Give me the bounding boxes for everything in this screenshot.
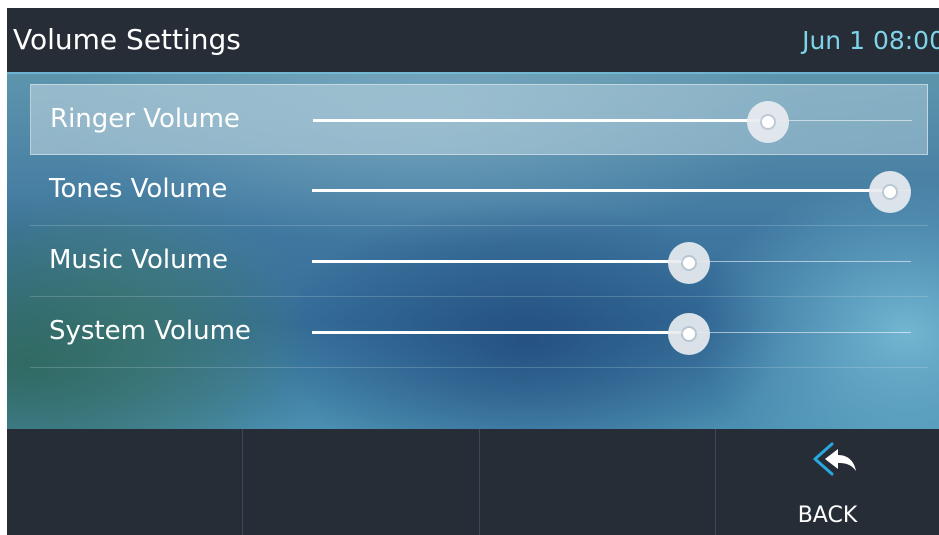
phone-screen: Volume Settings Jun 1 08:00 Ringer Volum… [7,8,939,535]
thumb-dot [683,257,695,269]
page-title: Volume Settings [13,23,241,56]
music-volume-slider[interactable] [312,242,911,284]
volume-list: Ringer Volume Tones Volume Music Volume [30,84,928,368]
ringer-volume-slider[interactable] [313,101,912,143]
slider-thumb[interactable] [668,242,710,284]
music-volume-label: Music Volume [49,245,228,275]
back-label: BACK [797,503,858,528]
music-volume-row[interactable]: Music Volume [30,226,928,297]
softkey-3[interactable] [480,429,716,535]
slider-fill [312,331,689,334]
datetime: Jun 1 08:00 [802,26,939,55]
slider-fill [313,119,768,122]
softkey-bar: BACK [7,429,939,535]
system-volume-label: System Volume [49,316,251,346]
header-bar: Volume Settings Jun 1 08:00 [7,8,939,72]
slider-fill [312,260,689,263]
tones-volume-row[interactable]: Tones Volume [30,155,928,226]
volume-list-panel: Ringer Volume Tones Volume Music Volume [7,72,939,429]
back-arrow-icon [813,442,856,476]
slider-thumb[interactable] [869,171,911,213]
ringer-volume-label: Ringer Volume [50,104,240,134]
tones-volume-label: Tones Volume [49,174,228,204]
slider-fill [312,189,890,192]
softkey-2[interactable] [243,429,480,535]
back-softkey[interactable]: BACK [716,429,939,535]
softkey-1[interactable] [7,429,243,535]
system-volume-slider[interactable] [312,313,911,355]
slider-thumb[interactable] [747,101,789,143]
thumb-dot [884,186,896,198]
thumb-dot [683,328,695,340]
tones-volume-slider[interactable] [312,171,911,213]
slider-thumb[interactable] [668,313,710,355]
system-volume-row[interactable]: System Volume [30,297,928,368]
ringer-volume-row[interactable]: Ringer Volume [30,84,928,155]
thumb-dot [762,116,774,128]
